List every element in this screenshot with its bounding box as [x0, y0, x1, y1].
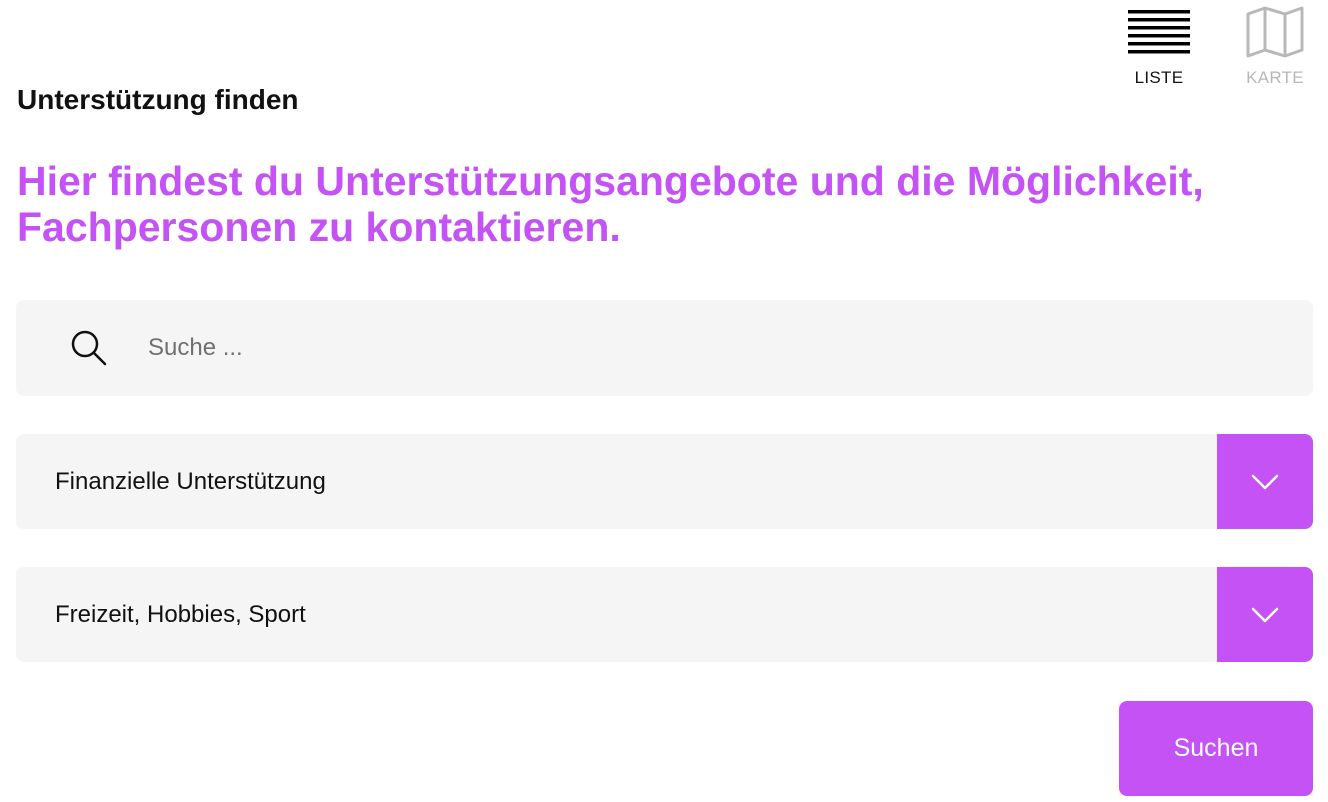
search-icon[interactable]	[70, 329, 108, 367]
page: LISTE KARTE Unterstützung finden Hier fi…	[0, 0, 1328, 802]
view-map-button[interactable]: KARTE	[1240, 6, 1310, 88]
topic-dropdown[interactable]: Freizeit, Hobbies, Sport	[16, 567, 1313, 662]
chevron-down-icon	[1251, 607, 1279, 622]
list-icon	[1128, 6, 1190, 58]
category-dropdown[interactable]: Finanzielle Unterstützung	[16, 434, 1313, 529]
search-submit-button[interactable]: Suchen	[1119, 701, 1313, 796]
page-headline: Hier findest du Unterstützungsangebote u…	[17, 158, 1204, 250]
section-title: Unterstützung finden	[17, 84, 299, 115]
category-dropdown-value: Finanzielle Unterstützung	[55, 467, 326, 495]
view-list-label: LISTE	[1134, 68, 1184, 87]
view-list-button[interactable]: LISTE	[1124, 6, 1194, 88]
topic-dropdown-toggle[interactable]	[1217, 567, 1313, 662]
view-toggle: LISTE KARTE	[1124, 6, 1310, 88]
view-map-label: KARTE	[1246, 68, 1304, 87]
search-box	[16, 300, 1313, 396]
search-input[interactable]	[146, 333, 1250, 363]
map-icon	[1244, 6, 1306, 58]
chevron-down-icon	[1251, 474, 1279, 489]
topic-dropdown-value: Freizeit, Hobbies, Sport	[55, 600, 306, 628]
category-dropdown-toggle[interactable]	[1217, 434, 1313, 529]
